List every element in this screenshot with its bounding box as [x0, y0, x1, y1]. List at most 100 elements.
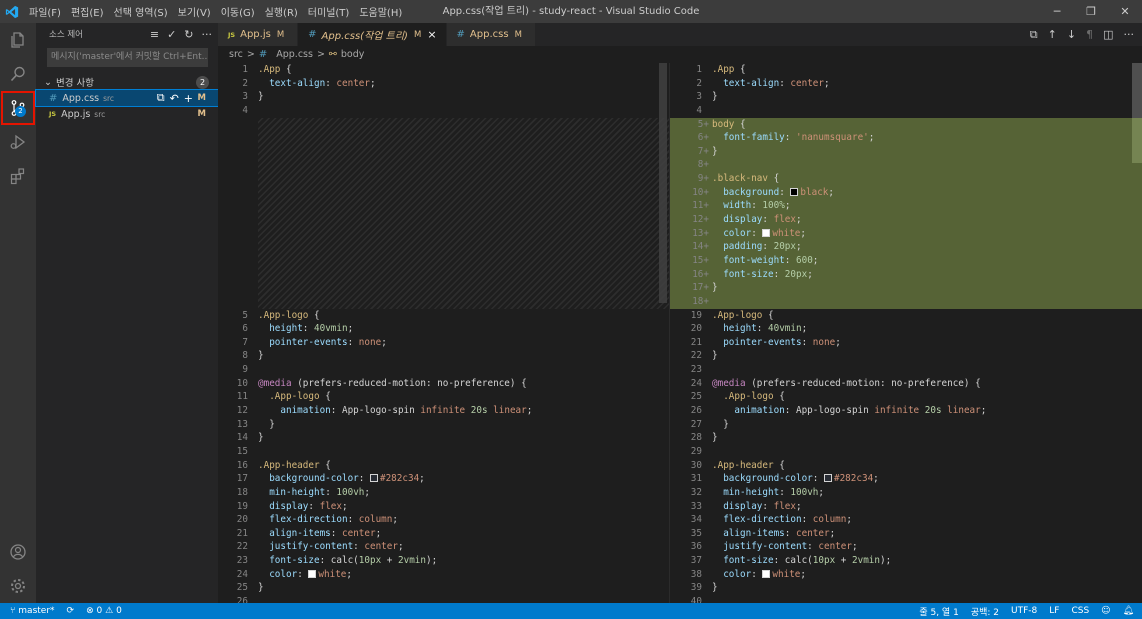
close-window-icon[interactable]: ✕: [1108, 0, 1142, 23]
language-mode[interactable]: CSS: [1071, 606, 1089, 616]
close-icon[interactable]: ×: [427, 28, 436, 41]
next-change-icon[interactable]: ↓: [1067, 28, 1076, 41]
discard-changes-icon[interactable]: ↶: [170, 92, 179, 105]
code-line[interactable]: }: [258, 581, 669, 595]
code-line[interactable]: font-size: 20px;: [712, 267, 1142, 282]
sync-icon[interactable]: ⟳: [67, 606, 75, 616]
changes-group-header[interactable]: ⌄ 변경 사항 2: [36, 74, 218, 90]
code-line[interactable]: display: flex;: [258, 500, 669, 514]
changed-file-app-js[interactable]: JS App.js src M: [36, 106, 218, 122]
changed-file-app-css[interactable]: # App.css src ⧉ ↶ + M: [35, 89, 219, 107]
menu-item[interactable]: 실행(R): [260, 4, 303, 19]
code-line[interactable]: .black-nav {: [712, 172, 1142, 186]
code-line[interactable]: }: [712, 431, 1142, 445]
code-line[interactable]: }: [712, 581, 1142, 595]
code-line[interactable]: background-color: #282c34;: [258, 472, 669, 486]
code-line[interactable]: }: [258, 349, 669, 363]
code-line[interactable]: .App-header {: [712, 459, 1142, 473]
minimize-icon[interactable]: ─: [1040, 0, 1074, 23]
code-line[interactable]: [258, 363, 669, 377]
code-line[interactable]: @media (prefers-reduced-motion: no-prefe…: [712, 377, 1142, 391]
breadcrumb-file[interactable]: App.css: [276, 49, 313, 60]
encoding[interactable]: UTF-8: [1011, 606, 1037, 616]
commit-message-input[interactable]: 메시지('master'에서 커밋할 Ctrl+Ent...: [47, 48, 208, 67]
menu-item[interactable]: 파일(F): [24, 4, 66, 19]
code-line[interactable]: }: [712, 418, 1142, 432]
code-line[interactable]: }: [258, 90, 669, 104]
previous-change-icon[interactable]: ↑: [1048, 28, 1057, 41]
code-line[interactable]: text-align: center;: [258, 77, 669, 91]
cursor-position[interactable]: 줄 5, 열 1: [919, 605, 958, 618]
scrollbar[interactable]: [1130, 63, 1142, 603]
code-line[interactable]: display: flex;: [712, 500, 1142, 514]
code-line[interactable]: background-color: #282c34;: [712, 472, 1142, 486]
tab-app-js[interactable]: JS App.js M: [218, 23, 299, 46]
code-line[interactable]: pointer-events: none;: [712, 336, 1142, 350]
code-line[interactable]: [712, 445, 1142, 459]
restore-icon[interactable]: ❐: [1074, 0, 1108, 23]
diff-original-pane[interactable]: 1 2 3 4 5 6 7 8 9 10 11 12 13 14 15 16 17 18 19 20 21 22 23 24 2…: [218, 63, 669, 603]
code-line[interactable]: body {: [712, 117, 1142, 132]
menu-item[interactable]: 편집(E): [66, 4, 109, 19]
code-line[interactable]: .App {: [258, 63, 669, 77]
code-line[interactable]: .App-logo {: [712, 309, 1142, 323]
source-control-icon[interactable]: 2: [1, 91, 35, 125]
split-editor-icon[interactable]: ◫: [1103, 28, 1113, 41]
code-line[interactable]: .App-logo {: [258, 309, 669, 323]
code-line[interactable]: }: [258, 418, 669, 432]
scrollbar[interactable]: [659, 63, 667, 303]
explorer-icon[interactable]: [0, 23, 36, 57]
stage-changes-icon[interactable]: +: [184, 92, 193, 105]
code-line[interactable]: padding: 20px;: [712, 240, 1142, 254]
more-actions-icon[interactable]: ···: [202, 28, 213, 41]
breadcrumb-folder[interactable]: src: [229, 49, 243, 60]
code-line[interactable]: background: black;: [712, 185, 1142, 200]
code-line[interactable]: font-size: calc(10px + 2vmin);: [258, 554, 669, 568]
code-line[interactable]: justify-content: center;: [258, 540, 669, 554]
menu-item[interactable]: 선택 영역(S): [109, 4, 173, 19]
problems-indicator[interactable]: ⊗ 0 ⚠ 0: [86, 606, 122, 616]
code-line[interactable]: }: [712, 144, 1142, 159]
code-line[interactable]: @media (prefers-reduced-motion: no-prefe…: [258, 377, 669, 391]
code-line[interactable]: align-items: center;: [712, 527, 1142, 541]
refresh-icon[interactable]: ↻: [184, 28, 193, 41]
code-line[interactable]: }: [712, 281, 1142, 295]
accounts-icon[interactable]: [0, 535, 36, 569]
menu-item[interactable]: 보기(V): [173, 4, 216, 19]
menu-item[interactable]: 터미널(T): [303, 4, 355, 19]
search-icon[interactable]: [0, 57, 36, 91]
code-line[interactable]: [712, 158, 1142, 173]
code-line[interactable]: .App {: [712, 63, 1142, 77]
diff-modified-pane[interactable]: 1 2 3 4 5+ 6+ 7+ 8+ 9+ 10+ 11+ 12+ 13+ 14+ 15+ 16+ 17+ 18…: [669, 63, 1142, 603]
code-line[interactable]: color: white;: [712, 568, 1142, 582]
tab-app-css[interactable]: # App.css M: [446, 23, 536, 46]
bell-icon[interactable]: 🔔︎: [1123, 606, 1134, 616]
code-line[interactable]: width: 100%;: [712, 199, 1142, 214]
code-line[interactable]: pointer-events: none;: [258, 336, 669, 350]
code-line[interactable]: text-align: center;: [712, 77, 1142, 91]
code-line[interactable]: }: [258, 431, 669, 445]
code-line[interactable]: color: white;: [258, 568, 669, 582]
code-line[interactable]: [258, 595, 669, 603]
run-debug-icon[interactable]: [0, 125, 36, 159]
open-file-icon[interactable]: ⧉: [1030, 28, 1038, 42]
code-line[interactable]: [712, 595, 1142, 603]
tab-app-css-working-tree[interactable]: # App.css(작업 트리) M ×: [298, 23, 447, 46]
menu-item[interactable]: 도움말(H): [354, 4, 407, 19]
code-line[interactable]: align-items: center;: [258, 527, 669, 541]
indentation[interactable]: 공백: 2: [971, 605, 999, 618]
code-line[interactable]: font-size: calc(10px + 2vmin);: [712, 554, 1142, 568]
code-line[interactable]: .App-header {: [258, 459, 669, 473]
branch-indicator[interactable]: ⑂ master*: [10, 606, 55, 616]
code-line[interactable]: [258, 445, 669, 459]
commit-check-icon[interactable]: ✓: [167, 28, 176, 41]
menu-item[interactable]: 이동(G): [216, 4, 260, 19]
code-line[interactable]: animation: App-logo-spin infinite 20s li…: [258, 404, 669, 418]
open-file-icon[interactable]: ⧉: [157, 91, 165, 105]
code-area[interactable]: .App { text-align: center;} body { font-f…: [712, 63, 1142, 603]
code-line[interactable]: [712, 294, 1142, 309]
feedback-icon[interactable]: ☺: [1101, 606, 1110, 616]
code-line[interactable]: height: 40vmin;: [258, 322, 669, 336]
code-line[interactable]: .App-logo {: [258, 390, 669, 404]
end-of-line[interactable]: LF: [1049, 606, 1059, 616]
